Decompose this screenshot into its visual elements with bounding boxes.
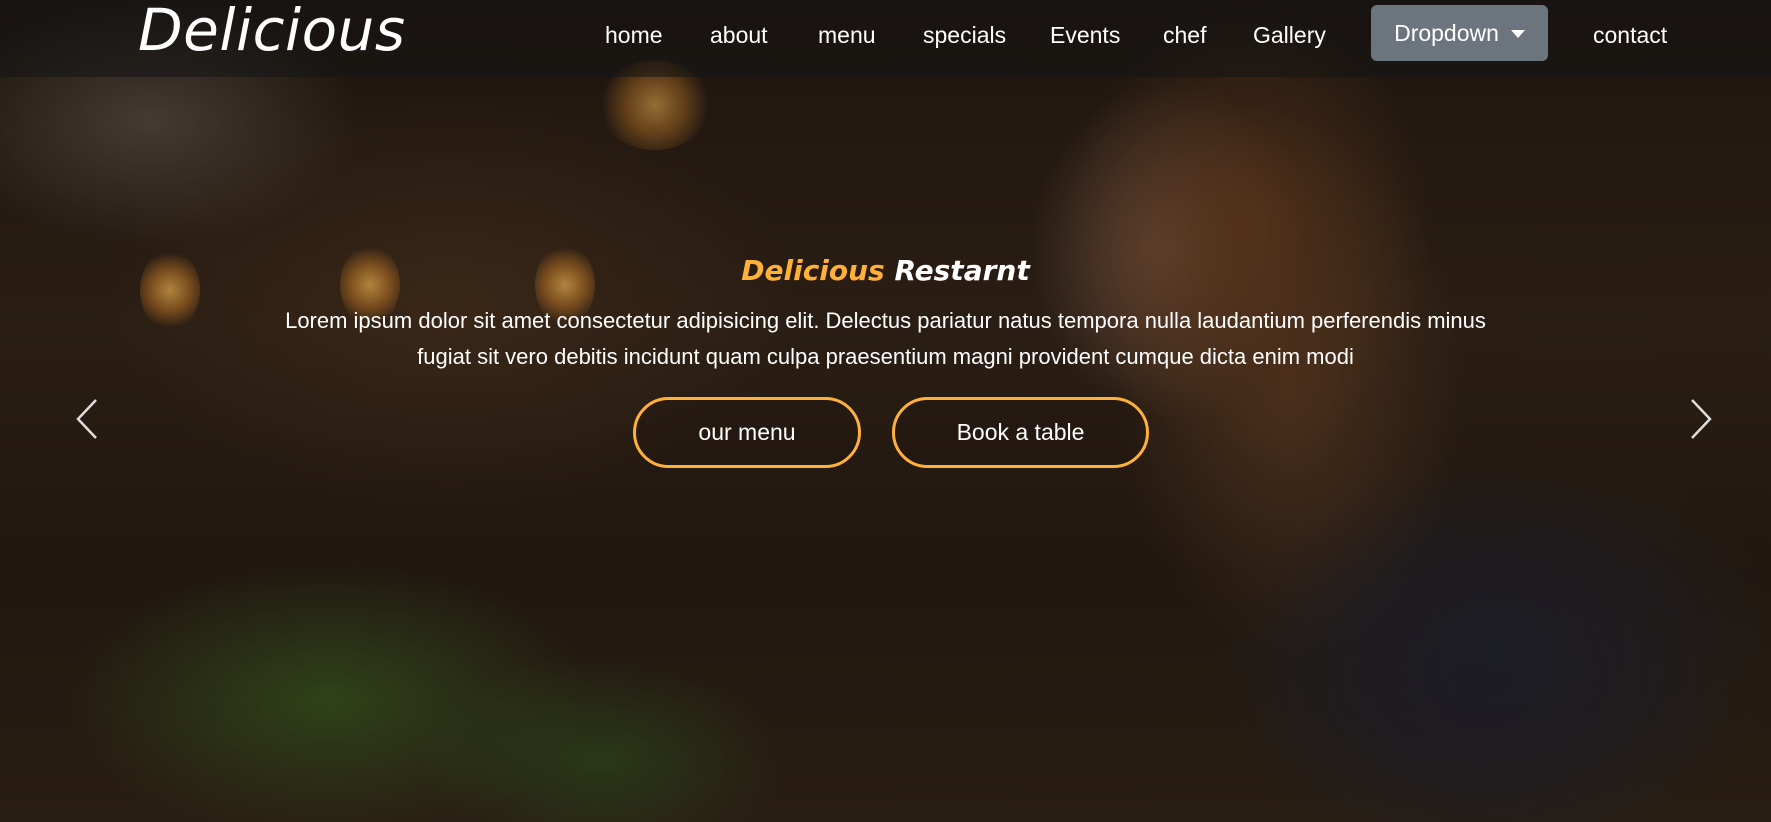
- hero-title-rest: Restarnt: [894, 254, 1030, 287]
- navbar: Delicious home about menu specials Event…: [0, 0, 1771, 77]
- caret-down-icon: [1510, 30, 1525, 38]
- nav-link-chef[interactable]: chef: [1163, 20, 1206, 50]
- hero-description-line-2: fugiat sit vero debitis incidunt quam cu…: [417, 344, 1354, 369]
- hero-background-image: [0, 0, 1771, 822]
- nav-link-specials[interactable]: specials: [923, 20, 1006, 50]
- hero-description-line-1: Lorem ipsum dolor sit amet consectetur a…: [285, 308, 1486, 333]
- nav-link-menu[interactable]: menu: [818, 20, 876, 50]
- dropdown-label: Dropdown: [1394, 19, 1499, 46]
- book-table-button[interactable]: Book a table: [892, 397, 1149, 468]
- chevron-left-icon: [76, 399, 97, 439]
- carousel-prev-button[interactable]: [68, 394, 108, 444]
- nav-link-home[interactable]: home: [605, 20, 663, 50]
- brand-logo[interactable]: Delicious: [138, 0, 406, 64]
- our-menu-button[interactable]: our menu: [633, 397, 861, 468]
- nav-link-about[interactable]: about: [710, 20, 768, 50]
- hero-title: Delicious Restarnt: [0, 253, 1771, 289]
- dropdown-button[interactable]: Dropdown: [1371, 5, 1548, 61]
- nav-link-events[interactable]: Events: [1050, 20, 1120, 50]
- nav-link-gallery[interactable]: Gallery: [1253, 20, 1326, 50]
- hero-description: Lorem ipsum dolor sit amet consectetur a…: [220, 303, 1551, 375]
- hero-title-highlight: Delicious: [741, 254, 885, 287]
- chevron-right-icon: [1691, 399, 1712, 439]
- carousel-next-button[interactable]: [1680, 394, 1720, 444]
- nav-link-contact[interactable]: contact: [1593, 20, 1667, 50]
